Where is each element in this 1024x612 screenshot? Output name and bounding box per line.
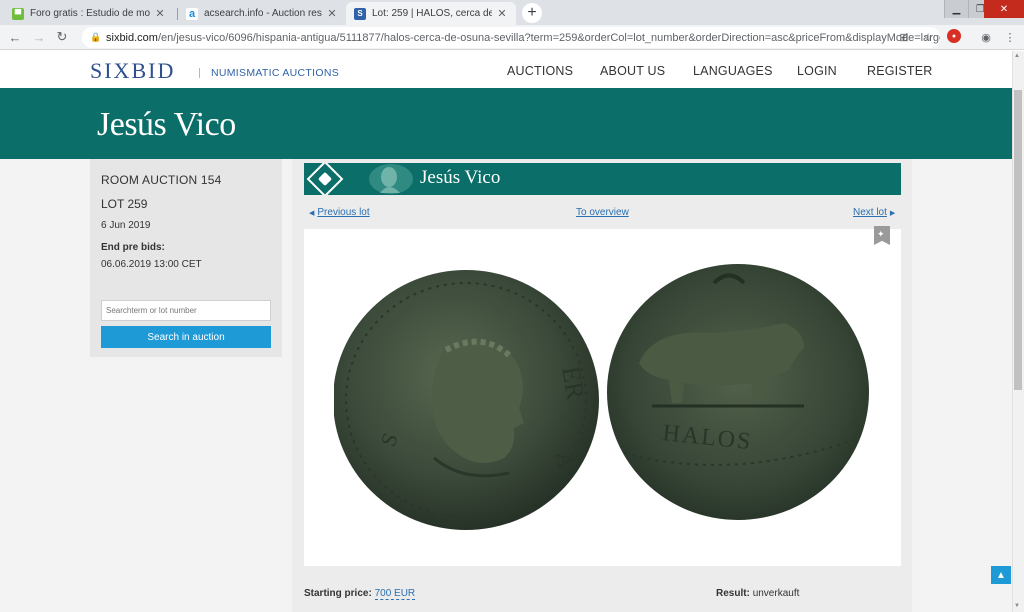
next-lot-link[interactable]: Next lot ▶ bbox=[853, 207, 898, 218]
browser-tab-strip: ▀ Foro gratis : Estudio de monedas ✕ a a… bbox=[0, 0, 1024, 25]
result-label: Result: bbox=[716, 588, 750, 599]
close-icon[interactable]: ✕ bbox=[496, 7, 508, 20]
coin-reverse bbox=[607, 264, 869, 520]
site-header: SIXBID NUMISMATIC AUCTIONS AUCTIONS ABOU… bbox=[0, 51, 1012, 88]
auction-name[interactable]: ROOM AUCTION 154 bbox=[101, 173, 222, 187]
address-bar[interactable]: 🔒 sixbid.com/en/jesus-vico/6096/hispania… bbox=[82, 27, 940, 48]
star-icon[interactable]: ☆ bbox=[920, 29, 936, 45]
lot-house-banner: Jesús Vico bbox=[304, 163, 901, 195]
jesus-vico-logo[interactable]: Jesús Vico bbox=[97, 106, 236, 144]
end-pre-bids-value: 06.06.2019 13:00 CET bbox=[101, 259, 202, 270]
chevron-right-icon: ▶ bbox=[889, 210, 896, 217]
tab-lot[interactable]: S Lot: 259 | HALOS, cerca de Osuna ✕ bbox=[346, 2, 516, 25]
portrait-icon bbox=[369, 164, 413, 194]
close-icon[interactable]: ✕ bbox=[154, 7, 166, 20]
tab-foro[interactable]: ▀ Foro gratis : Estudio de monedas ✕ bbox=[4, 2, 174, 25]
auction-sidebar: ROOM AUCTION 154 LOT 259 6 Jun 2019 End … bbox=[90, 159, 282, 357]
nav-languages[interactable]: LANGUAGES bbox=[693, 64, 773, 78]
previous-lot-link[interactable]: ◀ Previous lot bbox=[306, 207, 370, 218]
nav-register[interactable]: REGISTER bbox=[867, 64, 933, 78]
result: Result: unverkauft bbox=[716, 588, 799, 599]
browser-toolbar: ← → ↻ 🔒 sixbid.com/en/jesus-vico/6096/hi… bbox=[0, 25, 1024, 50]
chevron-left-icon: ◀ bbox=[309, 210, 315, 217]
reload-icon[interactable]: ↻ bbox=[53, 28, 71, 46]
new-tab-button[interactable]: + bbox=[522, 3, 542, 23]
forward-icon[interactable]: → bbox=[30, 28, 48, 46]
extension-icon[interactable]: ● bbox=[947, 29, 961, 43]
nav-about-us[interactable]: ABOUT US bbox=[600, 64, 665, 78]
tab-acsearch[interactable]: a acsearch.info - Auction research ✕ bbox=[178, 2, 346, 25]
sixbid-icon: S bbox=[354, 7, 366, 20]
nav-auctions[interactable]: AUCTIONS bbox=[507, 64, 573, 78]
search-in-auction-button[interactable]: Search in auction bbox=[101, 326, 271, 348]
tab-title: Foro gratis : Estudio de monedas bbox=[30, 8, 150, 19]
coin-image[interactable]: ER A S HALOS bbox=[334, 258, 874, 538]
starting-price: Starting price: 700 EUR bbox=[304, 588, 416, 600]
acsearch-icon: a bbox=[186, 7, 198, 20]
coin-obverse bbox=[334, 270, 599, 530]
previous-lot-label: Previous lot bbox=[317, 207, 370, 218]
tab-title: acsearch.info - Auction research bbox=[204, 8, 322, 19]
obverse-legend-er: ER bbox=[556, 364, 590, 402]
chat-icon: ▀ bbox=[12, 7, 24, 20]
emblem-icon bbox=[306, 163, 344, 195]
search-input[interactable] bbox=[101, 300, 271, 321]
to-overview-link[interactable]: To overview bbox=[576, 207, 629, 218]
bookmark-pin-icon: ✦ bbox=[877, 229, 885, 239]
nav-login[interactable]: LOGIN bbox=[797, 64, 837, 78]
auction-date: 6 Jun 2019 bbox=[101, 220, 151, 231]
starting-price-label: Starting price: bbox=[304, 588, 372, 599]
auction-house-banner: Jesús Vico bbox=[0, 88, 1012, 159]
back-icon[interactable]: ← bbox=[6, 28, 24, 46]
minimize-button[interactable]: ▁ bbox=[944, 0, 968, 18]
scroll-down-icon[interactable]: ▼ bbox=[1014, 603, 1020, 609]
scroll-up-icon[interactable]: ▲ bbox=[1014, 53, 1020, 59]
profile-icon[interactable]: ◉ bbox=[978, 29, 994, 45]
logo-divider bbox=[199, 68, 200, 78]
logo-subtitle: NUMISMATIC AUCTIONS bbox=[211, 67, 340, 79]
next-lot-label: Next lot bbox=[853, 207, 887, 218]
lot-banner-logo: Jesús Vico bbox=[420, 167, 501, 188]
end-pre-bids-label: End pre bids: bbox=[101, 242, 165, 253]
arrow-up-icon[interactable]: ▲ bbox=[991, 566, 1011, 584]
url-path: /en/jesus-vico/6096/hispania-antigua/511… bbox=[157, 31, 940, 44]
result-value: unverkauft bbox=[752, 588, 800, 599]
url-host: sixbid.com bbox=[106, 31, 158, 44]
close-icon[interactable]: ✕ bbox=[326, 7, 338, 20]
scrollbar-thumb[interactable] bbox=[1014, 90, 1022, 390]
window-close-button[interactable]: ✕ bbox=[984, 0, 1024, 18]
translate-icon[interactable]: ⊞ bbox=[896, 29, 912, 45]
lock-icon: 🔒 bbox=[90, 32, 102, 42]
menu-icon[interactable]: ⋮ bbox=[1002, 29, 1018, 45]
tab-title: Lot: 259 | HALOS, cerca de Osuna bbox=[372, 8, 492, 19]
sixbid-logo[interactable]: SIXBID bbox=[90, 58, 175, 84]
starting-price-value[interactable]: 700 EUR bbox=[374, 588, 416, 600]
lot-number: LOT 259 bbox=[101, 197, 148, 211]
